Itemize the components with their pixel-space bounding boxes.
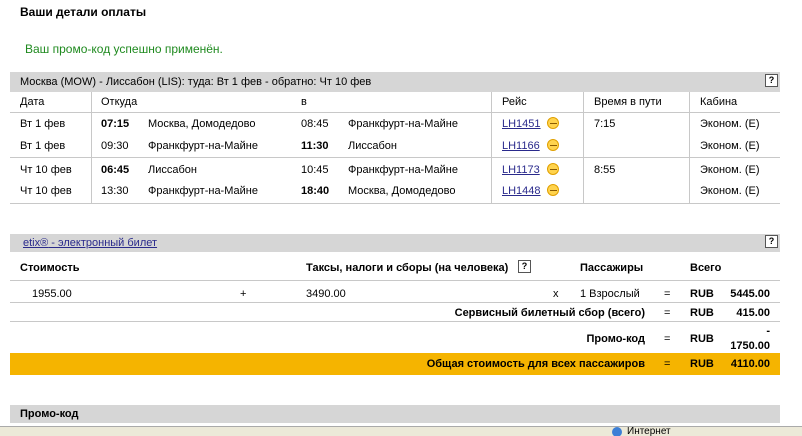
row-dep-time: 06:45	[101, 164, 130, 176]
row-date: Чт 10 фев	[20, 185, 72, 197]
row-arr-place: Москва, Домодедово	[348, 185, 456, 197]
row-duration: 7:15	[594, 118, 616, 130]
airline-icon	[547, 163, 559, 175]
times-sign: x	[553, 288, 559, 300]
row-arr-time: 18:40	[301, 185, 330, 197]
col-date: Дата	[20, 96, 45, 108]
promo-success-message: Ваш промо-код успешно применён.	[25, 42, 223, 56]
status-bar	[0, 426, 802, 436]
flight-link[interactable]: LH1173	[502, 164, 540, 176]
help-icon[interactable]: ?	[765, 74, 778, 87]
col-cost: Стоимость	[20, 262, 80, 274]
row-cabin: Эконом. (E)	[700, 140, 760, 152]
row-arr-place: Лиссабон	[348, 140, 397, 152]
etix-link[interactable]: etix®	[23, 237, 48, 249]
row-cabin: Эконом. (E)	[700, 164, 760, 176]
divider	[91, 92, 92, 203]
status-zone-text: Интернет	[627, 427, 671, 436]
col-to: в	[301, 96, 307, 108]
divider	[491, 92, 492, 203]
row-dep-time: 09:30	[101, 140, 129, 152]
col-total: Всего	[690, 262, 722, 274]
page-title: Ваши детали оплаты	[20, 5, 147, 19]
col-duration: Время в пути	[594, 96, 662, 108]
equals-sign: =	[664, 307, 671, 319]
row-cabin: Эконом. (E)	[700, 185, 760, 197]
airline-icon	[547, 117, 559, 129]
row-date: Вт 1 фев	[20, 118, 66, 130]
currency: RUB	[690, 288, 714, 300]
row-duration: 8:55	[594, 164, 616, 176]
taxes-value: 3490.00	[306, 288, 346, 300]
currency: RUB	[690, 307, 714, 319]
currency: RUB	[690, 333, 714, 345]
grand-total-label: Общая стоимость для всех пассажиров	[426, 358, 645, 370]
row-dep-place: Франкфурт-на-Майне	[148, 185, 258, 197]
service-fee: 415.00	[736, 307, 770, 319]
row-arr-time: 08:45	[301, 118, 329, 130]
row-dep-time: 07:15	[101, 118, 130, 130]
currency: RUB	[690, 358, 714, 370]
flight-link[interactable]: LH1448	[502, 185, 541, 197]
divider	[689, 92, 690, 203]
row-dep-place: Лиссабон	[148, 164, 197, 176]
row-date: Чт 10 фев	[20, 164, 72, 176]
row-arr-time: 11:30	[301, 140, 329, 152]
row-cabin: Эконом. (E)	[700, 118, 760, 130]
divider	[583, 92, 584, 203]
equals-sign: =	[664, 288, 671, 300]
grand-total: 4110.00	[730, 358, 770, 370]
divider	[10, 302, 780, 303]
row-dep-place: Франкфурт-на-Майне	[148, 140, 258, 152]
col-passengers: Пассажиры	[580, 262, 644, 274]
internet-zone-icon	[612, 427, 622, 436]
equals-sign: =	[664, 333, 671, 345]
fare-total: 5445.00	[730, 288, 770, 300]
col-flight: Рейс	[502, 96, 527, 108]
row-arr-time: 10:45	[301, 164, 329, 176]
airline-icon	[547, 184, 559, 196]
promo-minus: -	[766, 325, 770, 337]
divider	[10, 203, 780, 204]
row-arr-place: Франкфурт-на-Майне	[348, 164, 458, 176]
row-date: Вт 1 фев	[20, 140, 66, 152]
col-cabin: Кабина	[700, 96, 738, 108]
fare-value: 1955.00	[32, 288, 72, 300]
etix-suffix: - электронный билет	[48, 237, 158, 249]
etix-title: etix® - электронный билет	[23, 237, 157, 249]
divider	[10, 280, 780, 281]
col-from: Откуда	[101, 96, 138, 108]
promo-label: Промо-код	[586, 333, 646, 345]
row-arr-place: Франкфурт-на-Майне	[348, 118, 458, 130]
row-dep-time: 13:30	[101, 185, 129, 197]
col-taxes: Таксы, налоги и сборы (на человека)	[306, 262, 509, 274]
divider	[10, 112, 780, 113]
help-icon[interactable]: ?	[765, 235, 778, 248]
promo-value: 1750.00	[730, 340, 770, 352]
flight-link[interactable]: LH1451	[502, 118, 541, 130]
divider	[10, 157, 780, 158]
equals-sign: =	[664, 358, 671, 370]
airline-icon	[547, 139, 559, 151]
promo-section-title: Промо-код	[20, 408, 79, 420]
divider	[10, 321, 780, 322]
plus-sign: +	[240, 288, 247, 300]
passengers-value: 1 Взрослый	[580, 288, 640, 300]
service-fee-label: Сервисный билетный сбор (всего)	[454, 307, 645, 319]
flight-link[interactable]: LH1166	[502, 140, 540, 152]
route-title: Москва (MOW) - Лиссабон (LIS): туда: Вт …	[20, 76, 372, 88]
promo-section-header	[10, 405, 780, 423]
help-icon[interactable]: ?	[518, 260, 531, 273]
row-dep-place: Москва, Домодедово	[148, 118, 256, 130]
